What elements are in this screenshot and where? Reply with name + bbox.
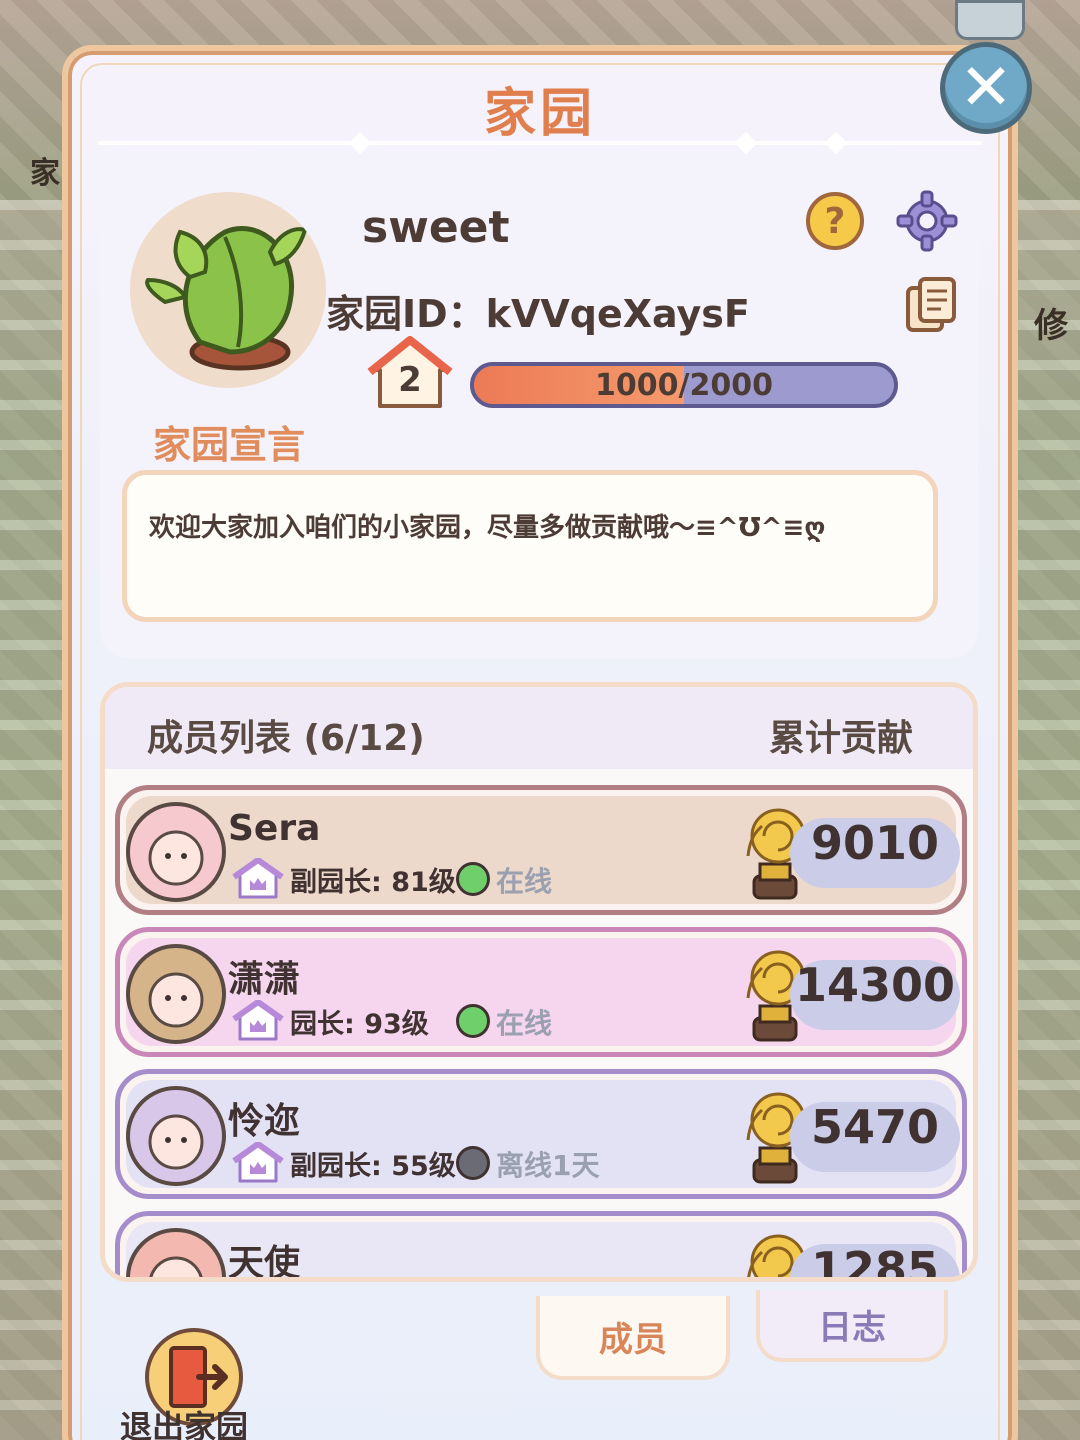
- copy-icon[interactable]: [904, 276, 958, 334]
- camera-icon[interactable]: [955, 0, 1025, 40]
- offline-status-dot: [456, 1146, 490, 1180]
- online-status-dot: [456, 1004, 490, 1038]
- close-icon: ✕: [959, 51, 1013, 125]
- home-exp-progress-bar: 1000/2000: [470, 362, 898, 408]
- progress-text: 1000/2000: [595, 367, 773, 403]
- question-icon: ?: [824, 200, 846, 242]
- tab-members[interactable]: 成员: [536, 1296, 730, 1380]
- member-avatar[interactable]: [126, 802, 226, 902]
- member-list: 成员列表 (6/12) 累计贡献 Sera 副园长: 81级 在线 9010 潇潇 园长:…: [100, 682, 978, 1282]
- member-row[interactable]: 潇潇园长: 93级 在线 14300: [115, 927, 967, 1057]
- role-badge-icon: [232, 1142, 284, 1183]
- background-label-left: 家: [30, 156, 60, 191]
- home-name: sweet: [362, 202, 510, 253]
- member-contribution: 14300: [794, 958, 956, 1012]
- title-divider: [98, 141, 982, 145]
- member-row[interactable]: 天使 1285: [115, 1211, 967, 1282]
- member-name: Sera: [228, 808, 321, 849]
- home-avatar: [130, 192, 326, 388]
- plant-icon: [145, 226, 308, 371]
- declaration-text[interactable]: 欢迎大家加入咱们的小家园，尽量多做贡献哦～≡^Ʊ^≡ღ: [122, 470, 938, 622]
- role-badge-icon: [232, 858, 284, 899]
- tab-log[interactable]: 日志: [756, 1290, 948, 1362]
- member-role-level: 副园长: 55级: [290, 1151, 456, 1182]
- member-name: 天使: [228, 1243, 301, 1282]
- member-status: 离线1天: [496, 1149, 600, 1182]
- member-contribution: 9010: [810, 816, 940, 870]
- exit-home-label: 退出家园: [120, 1408, 249, 1440]
- declaration-label: 家园宣言: [153, 423, 306, 467]
- member-name: 怜迩: [228, 1101, 301, 1142]
- member-contribution: 5470: [810, 1100, 940, 1154]
- background-fence-left: [0, 200, 70, 1440]
- member-row[interactable]: 怜迩副园长: 55级 离线1天 5470: [115, 1069, 967, 1199]
- panel-title: 家园: [483, 84, 596, 144]
- member-list-header: 成员列表 (6/12) 累计贡献: [105, 687, 973, 769]
- member-contribution: 1285: [810, 1242, 940, 1282]
- contribution-header: 累计贡献: [768, 718, 913, 759]
- background-label-right: 修: [1034, 306, 1068, 346]
- member-avatar[interactable]: [126, 944, 226, 1044]
- member-avatar[interactable]: [126, 1086, 226, 1186]
- member-name: 潇潇: [228, 959, 301, 1000]
- background-fence-right: [1010, 200, 1080, 1440]
- settings-gear-icon[interactable]: [896, 190, 958, 252]
- member-list-title: 成员列表 (6/12): [147, 718, 425, 759]
- home-level: 2: [398, 360, 422, 400]
- close-button[interactable]: ✕: [940, 42, 1032, 134]
- help-button[interactable]: ?: [806, 192, 864, 250]
- role-badge-icon: [232, 1000, 284, 1041]
- member-row[interactable]: Sera 副园长: 81级 在线 9010: [115, 785, 967, 915]
- home-id: 家园ID：kVVqeXaysF: [326, 292, 750, 336]
- member-role-level: 副园长: 81级: [290, 867, 456, 898]
- member-status: 在线: [496, 1007, 553, 1040]
- online-status-dot: [456, 862, 490, 896]
- member-status: 在线: [496, 865, 553, 898]
- member-role-level: 园长: 93级: [290, 1009, 429, 1040]
